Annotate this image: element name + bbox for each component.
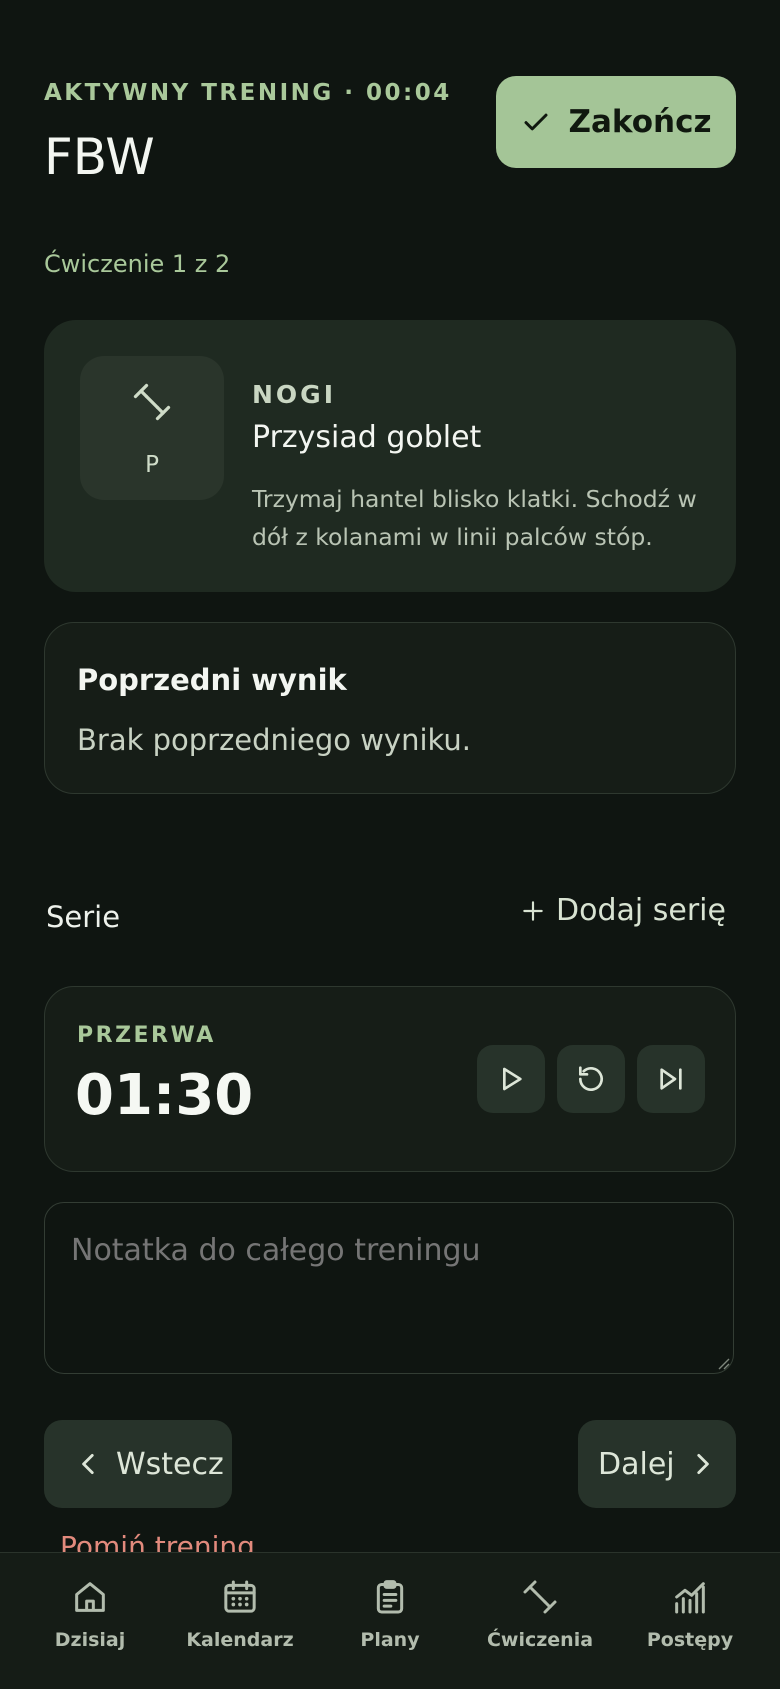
nav-label: Ćwiczenia bbox=[486, 1629, 594, 1651]
skip-icon bbox=[660, 1068, 682, 1090]
back-label: Wstecz bbox=[116, 1446, 224, 1482]
nav-item-progress[interactable]: Postępy bbox=[612, 1577, 768, 1651]
exercise-name: Przysiad goblet bbox=[252, 420, 482, 455]
workout-title: FBW bbox=[44, 128, 155, 186]
bottom-navigation: Dzisiaj Kalendarz Plany Ćwiczenia Postęp… bbox=[0, 1552, 780, 1689]
finish-button[interactable]: Zakończ bbox=[496, 76, 736, 168]
sets-label: Serie bbox=[46, 900, 121, 934]
reset-icon bbox=[579, 1066, 603, 1091]
clipboard-icon bbox=[376, 1580, 404, 1614]
exercise-description: Trzymaj hantel blisko klatki. Schodź w d… bbox=[252, 485, 697, 551]
nav-label: Kalendarz bbox=[186, 1629, 294, 1651]
chart-icon bbox=[675, 1582, 705, 1614]
next-button[interactable]: Dalej bbox=[578, 1420, 736, 1508]
workout-note-field[interactable] bbox=[44, 1202, 734, 1374]
exercise-counter: Ćwiczenie 1 z 2 bbox=[44, 250, 231, 278]
nav-item-today[interactable]: Dzisiaj bbox=[12, 1577, 168, 1651]
nav-item-calendar[interactable]: Kalendarz bbox=[162, 1577, 318, 1651]
previous-result-text: Brak poprzedniego wyniku. bbox=[77, 723, 472, 757]
nav-label: Plany bbox=[360, 1629, 420, 1651]
finish-label: Zakończ bbox=[568, 104, 712, 140]
play-icon bbox=[503, 1067, 522, 1091]
plus-icon bbox=[523, 900, 543, 921]
exercise-card: P NOGI Przysiad goblet Trzymaj hantel bl… bbox=[44, 320, 736, 592]
home-icon bbox=[75, 1582, 105, 1612]
add-set-label: Dodaj serię bbox=[556, 893, 726, 928]
timer-skip-button[interactable] bbox=[637, 1045, 705, 1113]
resize-grip-icon[interactable] bbox=[716, 1356, 730, 1370]
nav-item-exercises[interactable]: Ćwiczenia bbox=[462, 1577, 618, 1651]
previous-result-card: Poprzedni wynik Brak poprzedniego wyniku… bbox=[44, 622, 736, 794]
rest-timer-card: PRZERWA 01:30 bbox=[44, 986, 736, 1172]
chevron-left-icon bbox=[82, 1453, 94, 1475]
timer-play-button[interactable] bbox=[477, 1045, 545, 1113]
previous-result-title: Poprzedni wynik bbox=[77, 663, 347, 697]
workout-status: AKTYWNY TRENING · 00:04 bbox=[44, 80, 452, 106]
back-button[interactable]: Wstecz bbox=[44, 1420, 232, 1508]
calendar-icon bbox=[224, 1580, 256, 1613]
exercise-thumbnail: P bbox=[80, 356, 224, 500]
nav-label: Dzisiaj bbox=[54, 1629, 126, 1651]
nav-item-plans[interactable]: Plany bbox=[312, 1577, 468, 1651]
rest-timer-label: PRZERWA bbox=[77, 1023, 216, 1048]
check-icon bbox=[524, 113, 548, 131]
next-label: Dalej bbox=[598, 1446, 675, 1482]
dumbbell-icon bbox=[133, 383, 171, 421]
rest-timer-value: 01:30 bbox=[75, 1063, 254, 1128]
timer-reset-button[interactable] bbox=[557, 1045, 625, 1113]
add-set-button[interactable]: Dodaj serię bbox=[520, 893, 726, 928]
exercise-category: NOGI bbox=[252, 380, 336, 409]
nav-label: Postępy bbox=[646, 1629, 734, 1651]
dumbbell-icon bbox=[523, 1580, 557, 1614]
chevron-right-icon bbox=[696, 1453, 709, 1475]
exercise-thumb-letter: P bbox=[145, 452, 159, 478]
